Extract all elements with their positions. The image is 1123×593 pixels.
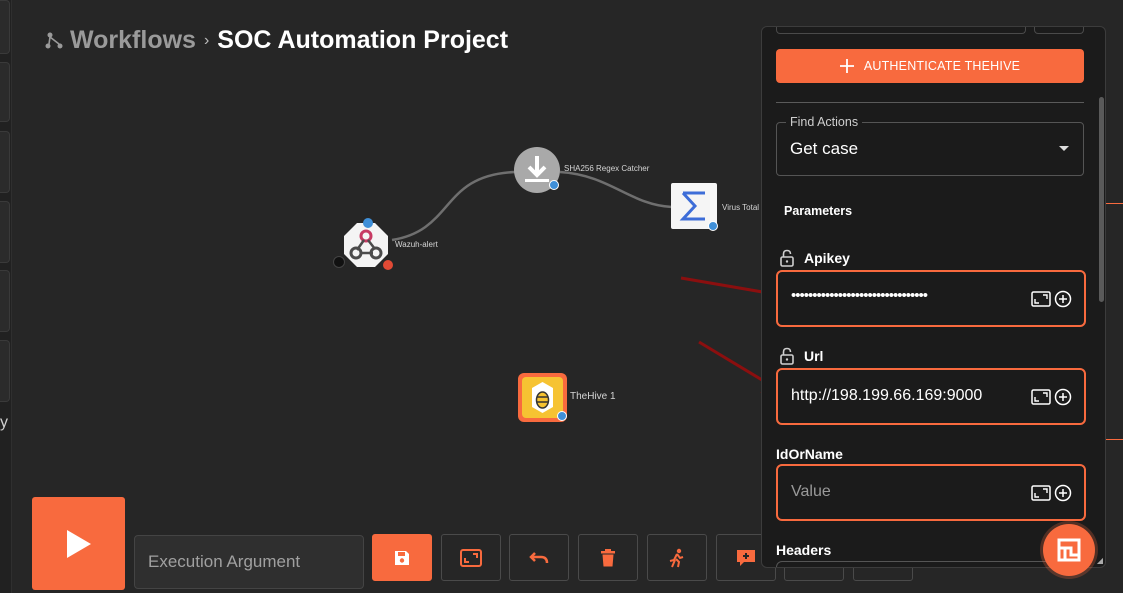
- assistant-fab-button[interactable]: [1043, 524, 1095, 576]
- url-label-row: Url: [780, 347, 823, 365]
- add-variable-icon[interactable]: [1054, 484, 1072, 502]
- input-badge[interactable]: [363, 218, 373, 228]
- delete-button[interactable]: [578, 534, 638, 581]
- node-label: TheHive 1: [570, 391, 616, 402]
- download-badge-icon: [557, 411, 567, 421]
- url-label: Url: [804, 348, 824, 364]
- chevron-down-icon: [1059, 146, 1069, 151]
- headers-label-row: Headers: [776, 542, 831, 558]
- divider: [776, 102, 1084, 103]
- webhook-icon: [344, 223, 388, 267]
- undo-icon: [529, 551, 549, 563]
- field-actions: [1031, 388, 1072, 406]
- test-run-button[interactable]: [647, 534, 707, 581]
- save-icon: [395, 550, 409, 565]
- shuffle-logo-icon: [1057, 538, 1081, 562]
- headers-field[interactable]: [776, 561, 1086, 567]
- resize-grip-icon[interactable]: ◢: [1097, 556, 1103, 565]
- parameters-title: Parameters: [784, 204, 853, 218]
- fit-view-button[interactable]: [441, 534, 501, 581]
- find-actions-value: Get case: [790, 139, 859, 158]
- field-actions: [1031, 484, 1072, 502]
- panel-top-button[interactable]: [1034, 27, 1084, 34]
- node-label: SHA256 Regex Catcher: [564, 164, 650, 173]
- add-variable-icon[interactable]: [1054, 290, 1072, 308]
- apikey-label-row: Apikey: [780, 249, 850, 267]
- delete-icon: [601, 548, 615, 566]
- find-actions-label: Find Actions: [786, 115, 863, 129]
- undo-button[interactable]: [509, 534, 569, 581]
- apikey-label: Apikey: [804, 250, 850, 266]
- node-sha256-regex-catcher[interactable]: [514, 147, 560, 193]
- run-workflow-button[interactable]: [32, 497, 125, 590]
- field-actions: [1031, 290, 1072, 308]
- authenticate-thehive-button[interactable]: AUTHENTICATE THEHIVE: [776, 49, 1084, 83]
- add-comment-icon: [737, 549, 755, 566]
- authenticate-label: AUTHENTICATE THEHIVE: [863, 59, 1021, 73]
- edge-wazuh-to-sha: [391, 170, 516, 242]
- unlock-icon[interactable]: [780, 249, 794, 267]
- idorname-label-row: IdOrName: [776, 446, 843, 462]
- expand-editor-icon[interactable]: [1031, 291, 1051, 307]
- download-badge-icon: [549, 180, 559, 190]
- node-config-panel: AUTHENTICATE THEHIVE Find Actions Get ca…: [761, 26, 1106, 568]
- expand-editor-icon[interactable]: [1031, 485, 1051, 501]
- node-thehive[interactable]: [518, 373, 567, 422]
- url-value: http://198.199.66.169:9000: [791, 387, 983, 404]
- execution-argument-input[interactable]: [134, 535, 364, 589]
- delete-node-icon[interactable]: [333, 256, 345, 268]
- node-label: Wazuh-alert: [395, 240, 438, 249]
- play-icon: [66, 529, 91, 558]
- error-badge: [383, 260, 393, 270]
- unlock-icon[interactable]: [780, 347, 794, 365]
- idorname-placeholder: Value: [791, 483, 831, 500]
- panel-top-field[interactable]: [776, 27, 1026, 34]
- find-actions-select[interactable]: Find Actions Get case: [776, 115, 1084, 176]
- idorname-field[interactable]: Value: [776, 464, 1086, 521]
- fullscreen-icon: [460, 548, 482, 567]
- node-wazuh-alert[interactable]: [333, 218, 393, 270]
- add-variable-icon[interactable]: [1054, 388, 1072, 406]
- panel-scrollbar[interactable]: [1099, 97, 1104, 302]
- url-field[interactable]: http://198.199.66.169:9000: [776, 368, 1086, 425]
- save-button[interactable]: [372, 534, 432, 581]
- edge-sha-to-vt: [559, 170, 673, 209]
- plus-icon: [839, 59, 854, 73]
- run-person-icon: [669, 548, 684, 567]
- apikey-field[interactable]: ••••••••••••••••••••••••••••••••: [776, 270, 1086, 327]
- expand-editor-icon[interactable]: [1031, 389, 1051, 405]
- node-label: Virus Total: [722, 203, 760, 212]
- panel-edge-highlight: [1106, 203, 1123, 440]
- apikey-value: ••••••••••••••••••••••••••••••••: [791, 287, 928, 304]
- idorname-label: IdOrName: [776, 446, 843, 462]
- headers-label: Headers: [776, 542, 832, 558]
- download-badge-icon: [708, 221, 718, 231]
- node-virus-total[interactable]: [671, 183, 718, 231]
